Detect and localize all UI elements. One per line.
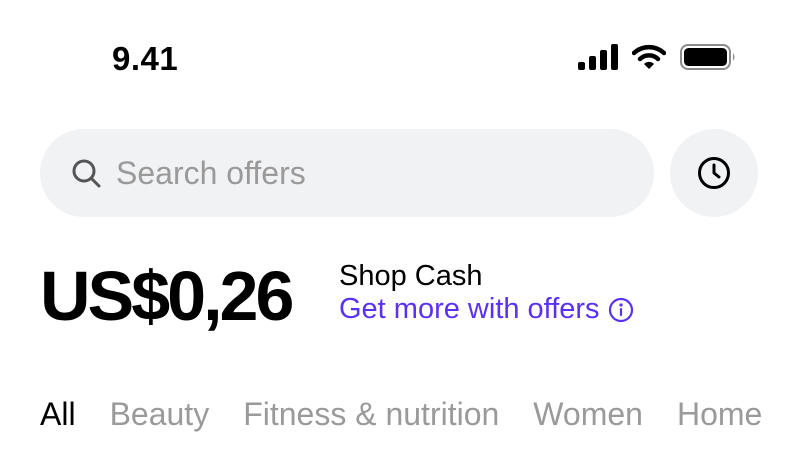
search-bar[interactable] [40,129,654,217]
status-time: 9.41 [112,40,179,77]
tab-home[interactable]: Home [677,396,762,433]
tab-fitness-nutrition[interactable]: Fitness & nutrition [243,396,499,433]
signal-icon [578,44,618,70]
search-row [40,129,760,217]
status-bar: 9.41 [0,0,800,110]
tab-all[interactable]: All [40,396,76,433]
wifi-icon [632,44,666,69]
search-icon [72,159,101,188]
get-more-offers-link[interactable]: Get more with offers [339,293,634,326]
shop-cash-label: Shop Cash [339,260,483,292]
tab-women[interactable]: Women [533,396,643,433]
battery-icon [680,44,735,70]
get-more-offers-text: Get more with offers [339,293,600,325]
clock-icon [698,157,730,189]
info-icon[interactable] [608,297,634,323]
search-input[interactable] [114,153,638,193]
shop-cash-amount: US$0,26 [40,257,294,335]
category-tabs: All Beauty Fitness & nutrition Women Hom… [40,396,762,433]
history-button[interactable] [670,129,758,217]
tab-beauty[interactable]: Beauty [110,396,210,433]
status-icons [578,44,736,70]
